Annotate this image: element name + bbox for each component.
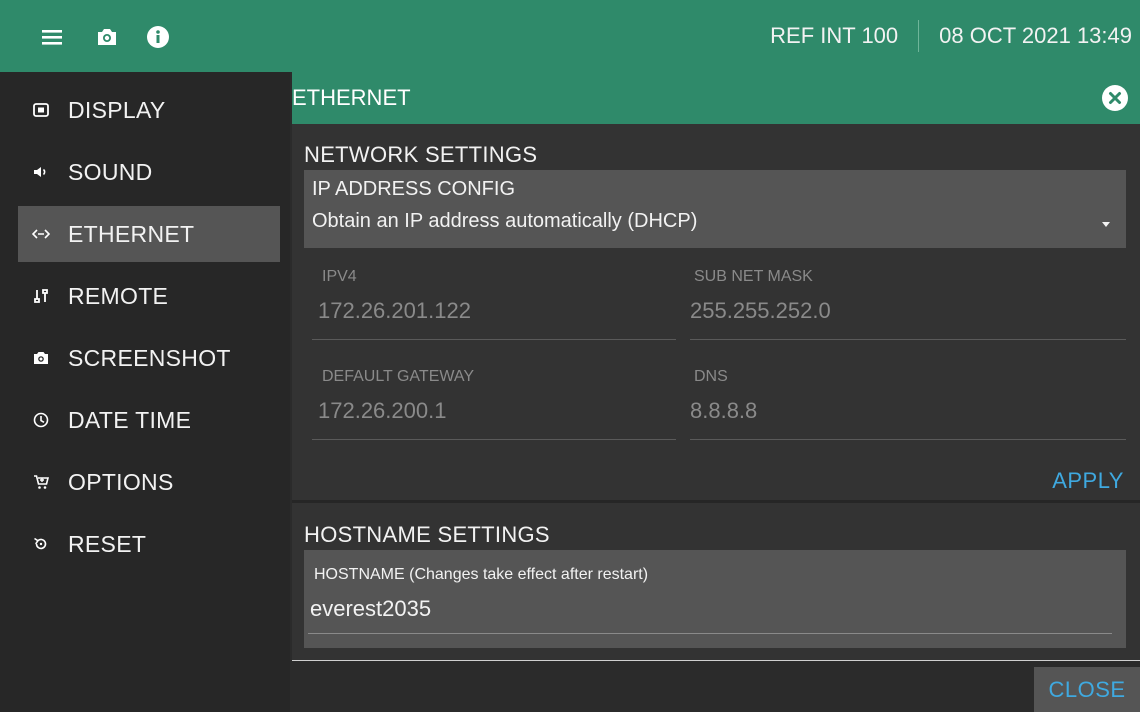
status-area: REF INT 100 08 OCT 2021 13:49 [770, 0, 1132, 72]
reset-icon [32, 535, 50, 553]
network-settings-title: NETWORK SETTINGS [304, 142, 538, 167]
panel-footer: CLOSE [292, 660, 1140, 712]
settings-sidebar: DISPLAY SOUND ETHERNET REMOTE SCREENSHOT… [0, 72, 290, 712]
hostname-box: HOSTNAME (Changes take effect after rest… [304, 550, 1126, 648]
top-bar: REF INT 100 08 OCT 2021 13:49 [0, 0, 1140, 72]
sidebar-item-label: ETHERNET [68, 220, 195, 247]
ipv4-field[interactable]: IPV4 172.26.201.122 [312, 268, 676, 340]
sidebar-item-date-time[interactable]: DATE TIME [18, 392, 280, 448]
cart-icon [32, 473, 50, 491]
panel-title: ETHERNET [292, 85, 411, 110]
subnet-mask-field[interactable]: SUB NET MASK 255.255.252.0 [690, 268, 1126, 340]
sidebar-item-screenshot[interactable]: SCREENSHOT [18, 330, 280, 386]
chevron-down-icon [1102, 222, 1110, 227]
apply-button[interactable]: APPLY [1052, 468, 1124, 494]
camera-icon[interactable] [95, 25, 119, 49]
menu-icon[interactable] [40, 25, 64, 49]
close-button[interactable]: CLOSE [1034, 667, 1140, 712]
sidebar-item-sound[interactable]: SOUND [18, 144, 280, 200]
info-icon[interactable] [146, 25, 170, 49]
panel-header: ETHERNET [292, 72, 1140, 124]
remote-icon [32, 287, 50, 305]
default-gateway-field[interactable]: DEFAULT GATEWAY 172.26.200.1 [312, 368, 676, 440]
close-icon[interactable] [1102, 85, 1128, 111]
sidebar-item-label: SCREENSHOT [68, 344, 231, 371]
dns-field[interactable]: DNS 8.8.8.8 [690, 368, 1126, 440]
default-gateway-value: 172.26.200.1 [318, 398, 447, 423]
default-gateway-label: DEFAULT GATEWAY [322, 368, 475, 385]
section-divider [292, 500, 1140, 503]
sidebar-item-label: DISPLAY [68, 96, 166, 123]
sidebar-item-label: SOUND [68, 158, 153, 185]
dns-value: 8.8.8.8 [690, 398, 758, 423]
sidebar-item-ethernet[interactable]: ETHERNET [18, 206, 280, 262]
status-divider [918, 20, 920, 52]
sidebar-item-display[interactable]: DISPLAY [18, 82, 280, 138]
ip-config-label: IP ADDRESS CONFIG [312, 178, 516, 200]
speaker-icon [32, 163, 50, 181]
ethernet-icon [32, 225, 50, 243]
sidebar-item-label: OPTIONS [68, 468, 174, 495]
ethernet-panel: ETHERNET NETWORK SETTINGS IP ADDRESS CON… [292, 72, 1140, 712]
datetime-status: 08 OCT 2021 13:49 [939, 23, 1132, 48]
hostname-label: HOSTNAME (Changes take effect after rest… [314, 566, 649, 583]
ipv4-value: 172.26.201.122 [318, 298, 471, 323]
sidebar-item-options[interactable]: OPTIONS [18, 454, 280, 510]
hostname-settings-title: HOSTNAME SETTINGS [304, 522, 550, 547]
reference-status: REF INT 100 [770, 23, 899, 48]
dns-label: DNS [694, 368, 728, 385]
display-icon [32, 101, 50, 119]
ipv4-label: IPV4 [322, 268, 357, 285]
hostname-input[interactable]: everest2035 [308, 594, 1112, 634]
sidebar-item-reset[interactable]: RESET [18, 516, 280, 572]
subnet-mask-label: SUB NET MASK [694, 268, 813, 285]
sidebar-item-label: REMOTE [68, 282, 169, 309]
sidebar-item-label: RESET [68, 530, 147, 557]
sidebar-item-remote[interactable]: REMOTE [18, 268, 280, 324]
subnet-mask-value: 255.255.252.0 [690, 298, 831, 323]
ip-address-config-select[interactable]: IP ADDRESS CONFIG Obtain an IP address a… [304, 170, 1126, 248]
sidebar-item-label: DATE TIME [68, 406, 192, 433]
ip-config-value: Obtain an IP address automatically (DHCP… [312, 210, 698, 232]
clock-icon [32, 411, 50, 429]
camera-icon [32, 349, 50, 367]
